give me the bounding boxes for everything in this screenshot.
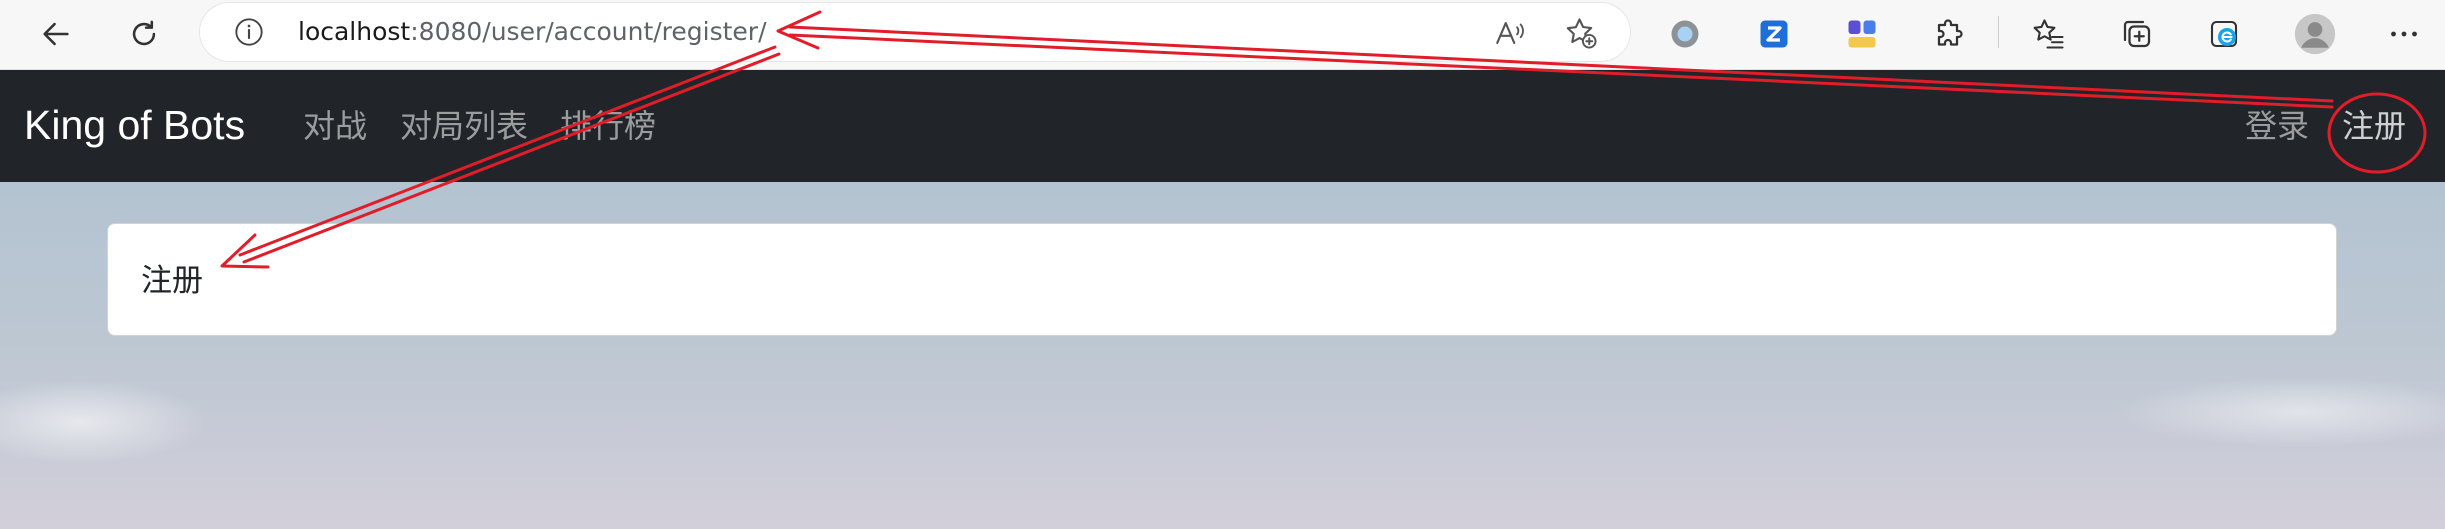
ie-mode-icon (2210, 20, 2238, 48)
grid-extension-icon (1848, 20, 1876, 48)
url-host: localhost (298, 17, 411, 46)
navbar-brand[interactable]: King of Bots (24, 100, 245, 150)
add-favorite-icon (1566, 18, 1597, 49)
favorites-icon (2033, 19, 2064, 49)
refresh-icon (132, 20, 156, 46)
extension-circle-button[interactable] (1659, 8, 1711, 60)
z-extension-button[interactable] (1748, 8, 1800, 60)
ie-mode-button[interactable] (2198, 8, 2250, 60)
profile-avatar-icon (2294, 13, 2336, 55)
content-card: 注册 (107, 223, 2337, 336)
back-arrow-icon (43, 22, 69, 46)
grid-extension-button[interactable] (1836, 8, 1888, 60)
extensions-puzzle-icon (1937, 19, 1963, 46)
nav-link-register[interactable]: 注册 (2342, 106, 2406, 146)
add-favorite-button[interactable] (1563, 15, 1599, 51)
more-menu-button[interactable] (2378, 8, 2430, 60)
favorites-button[interactable] (2023, 8, 2075, 60)
collections-icon (2123, 20, 2151, 48)
nav-link-pk[interactable]: 对战 (303, 106, 367, 146)
url-text[interactable]: localhost:8080/user/account/register/ (298, 16, 767, 48)
read-aloud-icon (1496, 22, 1524, 44)
nav-link-ranklist[interactable]: 排行榜 (560, 106, 656, 146)
browser-toolbar: localhost:8080/user/account/register/ (0, 0, 2445, 70)
read-aloud-button[interactable] (1492, 15, 1528, 51)
address-bar[interactable]: localhost:8080/user/account/register/ (200, 3, 1630, 61)
nav-link-login[interactable]: 登录 (2245, 106, 2309, 146)
refresh-button[interactable] (118, 8, 170, 60)
app-navbar: King of Bots 对战 对局列表 排行榜 登录 注册 (0, 70, 2445, 182)
url-path: :8080/user/account/register/ (410, 17, 767, 46)
site-info-button[interactable] (232, 15, 266, 49)
extension-circle-icon (1671, 20, 1699, 48)
collections-button[interactable] (2111, 8, 2163, 60)
card-body-text: 注册 (141, 263, 203, 299)
info-icon (235, 18, 263, 46)
nav-link-record-list[interactable]: 对局列表 (400, 106, 528, 146)
extensions-button[interactable] (1925, 8, 1977, 60)
z-extension-icon (1760, 20, 1788, 48)
back-button[interactable] (30, 8, 82, 60)
more-menu-icon (2391, 31, 2417, 37)
toolbar-divider (1998, 16, 1999, 48)
profile-button[interactable] (2289, 8, 2341, 60)
